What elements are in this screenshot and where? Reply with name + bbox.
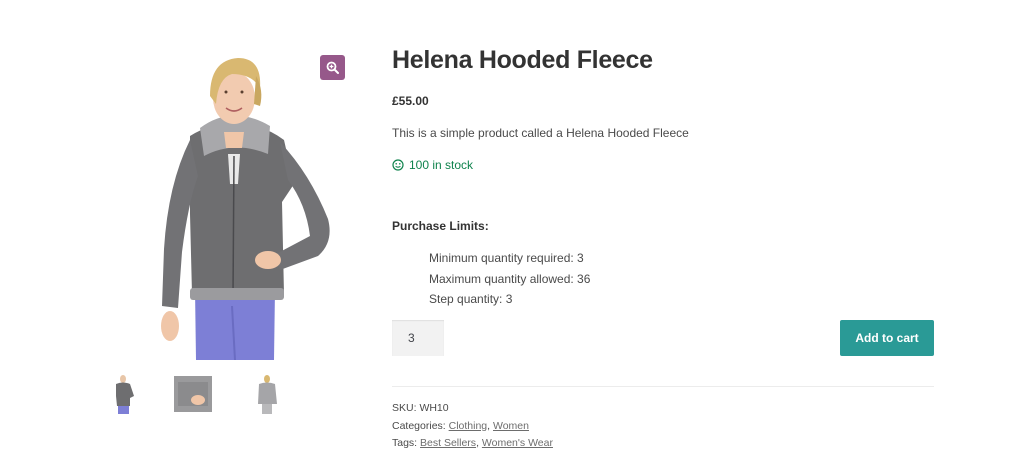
- limit-item: Step quantity: 3: [429, 292, 513, 306]
- product-price: £55.00: [392, 94, 429, 108]
- category-link-clothing[interactable]: Clothing: [449, 420, 488, 432]
- thumbnail-pocket-detail[interactable]: [174, 374, 212, 414]
- zoom-button[interactable]: [320, 55, 345, 80]
- gallery-thumbnails: [92, 374, 354, 414]
- tag-link-best-sellers[interactable]: Best Sellers: [420, 437, 476, 449]
- tags-label: Tags:: [392, 437, 418, 449]
- thumbnail-front[interactable]: [108, 374, 138, 414]
- zoom-icon: [326, 61, 339, 74]
- stock-text: 100 in stock: [409, 158, 474, 172]
- sku-line: SKU: WH10: [392, 402, 553, 420]
- separator: ,: [487, 419, 491, 432]
- tags-line: Tags: Best Sellers, Women's Wear: [392, 437, 553, 455]
- stock-status: 100 in stock: [392, 158, 473, 172]
- sku-label: SKU:: [392, 402, 417, 414]
- tag-link-womens-wear[interactable]: Women's Wear: [482, 437, 553, 449]
- quantity-input[interactable]: [392, 320, 444, 356]
- limit-item: Minimum quantity required: 3: [429, 251, 584, 265]
- limit-item: Maximum quantity allowed: 36: [429, 271, 591, 286]
- product-short-description: This is a simple product called a Helena…: [392, 126, 689, 140]
- product-page: Helena Hooded Fleece £55.00 This is a si…: [0, 0, 1024, 467]
- product-meta: SKU: WH10 Categories: Clothing, Women Ta…: [392, 402, 553, 455]
- divider: [392, 386, 934, 387]
- sku-value: WH10: [419, 402, 449, 414]
- purchase-limits-heading: Purchase Limits:: [392, 219, 489, 233]
- category-link-women[interactable]: Women: [493, 420, 529, 432]
- add-to-cart-button[interactable]: Add to cart: [840, 320, 934, 356]
- product-title: Helena Hooded Fleece: [392, 46, 653, 74]
- purchase-limits-list: Minimum quantity required: 3 Maximum qua…: [429, 251, 590, 313]
- categories-line: Categories: Clothing, Women: [392, 420, 553, 438]
- main-product-image[interactable]: [92, 44, 354, 360]
- smile-icon: [392, 159, 404, 171]
- thumbnail-back[interactable]: [254, 374, 280, 414]
- categories-label: Categories:: [392, 419, 446, 432]
- separator: ,: [476, 437, 479, 449]
